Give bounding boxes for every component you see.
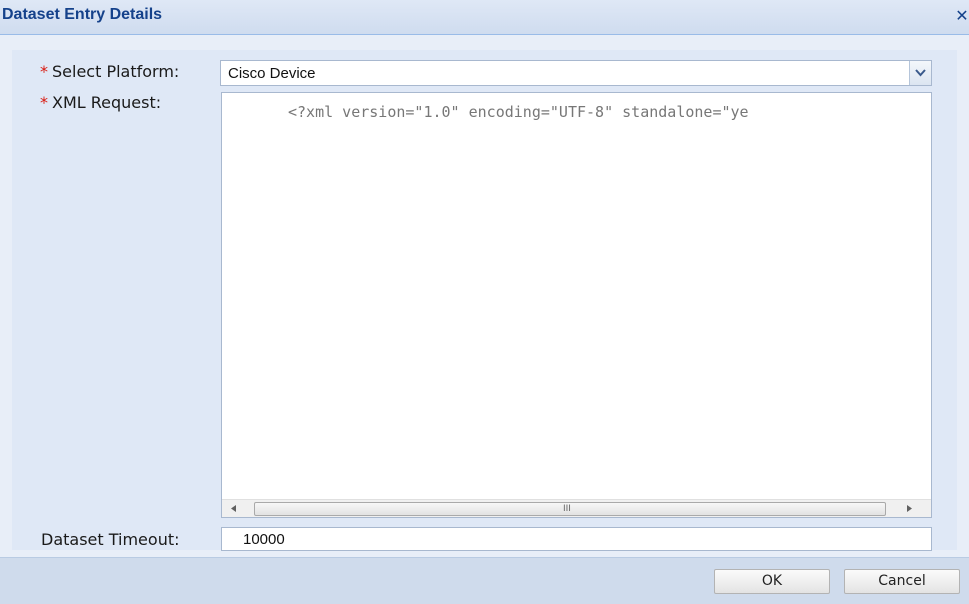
ok-button[interactable]: OK bbox=[714, 569, 830, 594]
xml-request-textarea[interactable]: <?xml version="1.0" encoding="UTF-8" sta… bbox=[221, 92, 932, 518]
required-marker: * bbox=[40, 93, 48, 112]
scrollbar-thumb[interactable]: III bbox=[254, 502, 886, 516]
dataset-timeout-value: 10000 bbox=[243, 531, 285, 548]
arrow-right-icon[interactable] bbox=[902, 500, 919, 517]
platform-select-value: Cisco Device bbox=[228, 65, 316, 82]
dialog-footer: OK Cancel bbox=[0, 557, 969, 604]
chevron-down-icon[interactable] bbox=[909, 61, 931, 85]
close-icon[interactable]: ✕ bbox=[955, 8, 969, 24]
platform-select[interactable]: Cisco Device bbox=[220, 60, 932, 86]
dataset-timeout-input[interactable]: 10000 bbox=[221, 527, 932, 551]
dialog-titlebar[interactable]: Dataset Entry Details ✕ bbox=[0, 0, 969, 35]
cancel-button[interactable]: Cancel bbox=[844, 569, 960, 594]
xml-request-label: * XML Request: bbox=[40, 93, 161, 112]
xml-request-label-text: XML Request: bbox=[52, 93, 162, 112]
select-platform-label-text: Select Platform: bbox=[52, 62, 180, 81]
dataset-entry-dialog: Dataset Entry Details ✕ * Select Platform… bbox=[0, 0, 969, 604]
required-marker: * bbox=[40, 62, 48, 81]
dataset-timeout-label: Dataset Timeout: bbox=[41, 530, 180, 549]
select-platform-label: * Select Platform: bbox=[40, 62, 179, 81]
arrow-left-icon[interactable] bbox=[226, 500, 243, 517]
dialog-title: Dataset Entry Details bbox=[2, 6, 163, 23]
scrollbar-grip: III bbox=[563, 504, 571, 514]
horizontal-scrollbar[interactable]: III bbox=[222, 499, 931, 517]
xml-request-text: <?xml version="1.0" encoding="UTF-8" sta… bbox=[288, 103, 749, 121]
